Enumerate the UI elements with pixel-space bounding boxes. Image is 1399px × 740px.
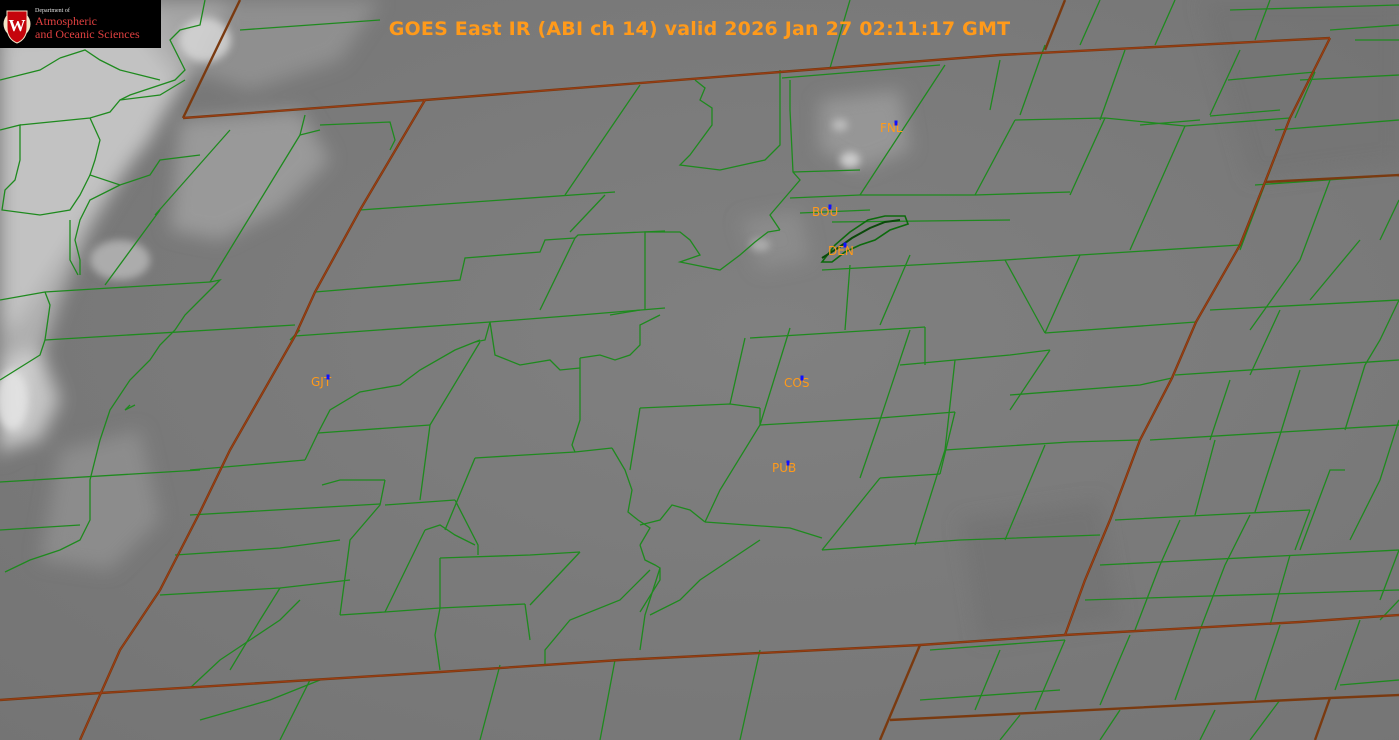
station-label: FNL [880, 121, 903, 135]
station-den[interactable]: DEN [828, 242, 854, 259]
crest-letter: W [9, 16, 26, 35]
satellite-map[interactable]: FNL BOU DEN GJT COS PUB GOES East IR (ABI ch … [0, 0, 1399, 740]
station-bou[interactable]: BOU [812, 204, 838, 220]
station-marker-icon [828, 204, 832, 210]
station-label: BOU [812, 205, 838, 219]
station-label: PUB [772, 461, 796, 475]
station-pub[interactable]: PUB [772, 460, 796, 476]
station-marker-icon [786, 460, 790, 466]
station-marker-icon [843, 242, 847, 248]
station-gjt[interactable]: GJT [311, 374, 332, 390]
uw-crest-icon: W [3, 10, 31, 44]
station-label: DEN [828, 244, 854, 258]
map-title: GOES East IR (ABI ch 14) valid 2026 Jan … [388, 18, 1011, 40]
station-marker-icon [800, 375, 804, 381]
station-label: COS [784, 376, 809, 390]
station-fnl[interactable]: FNL [880, 120, 903, 136]
station-marker-icon [894, 120, 898, 126]
ir-satellite-image: FNL BOU DEN GJT COS PUB [0, 0, 1399, 740]
station-marker-icon [326, 374, 330, 380]
station-cos[interactable]: COS [784, 375, 809, 391]
aos-logo[interactable]: W Department of Atmospheric and Oceanic … [0, 0, 161, 48]
logo-title-line2: and Oceanic Sciences [35, 27, 140, 41]
